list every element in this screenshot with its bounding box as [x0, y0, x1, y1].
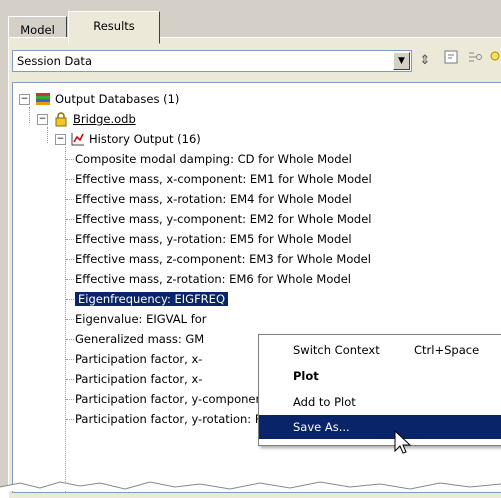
history-item-label: Generalized mass: GM	[75, 332, 205, 346]
tree-connector	[47, 127, 48, 143]
history-item[interactable]: Eigenvalue: EIGVAL for	[75, 309, 207, 329]
menu-item-save-as[interactable]: Save As...	[259, 415, 501, 439]
history-item[interactable]: Effective mass, z-rotation: EM6 for Whol…	[75, 269, 351, 289]
tree-connector	[66, 339, 74, 340]
history-item[interactable]: Effective mass, y-rotation: EM5 for Whol…	[75, 229, 352, 249]
tree-node-label: History Output (16)	[89, 132, 201, 146]
tree-connector	[66, 279, 74, 280]
history-item-label: Eigenvalue: EIGVAL for	[75, 312, 207, 326]
session-dropdown-value: Session Data	[17, 54, 92, 68]
history-item-label: Effective mass, z-rotation: EM6 for Whol…	[75, 272, 351, 286]
tree-connector	[66, 159, 74, 160]
tree-connector	[66, 299, 74, 300]
lock-icon	[55, 112, 67, 127]
history-item-label: Eigenfrequency: EIGFREQ	[75, 292, 228, 306]
history-item-label: Participation factor, x-	[75, 352, 203, 366]
tree-connector	[66, 239, 74, 240]
torn-edge	[0, 481, 501, 491]
tree-node-label: Bridge.odb	[73, 112, 136, 126]
collapse-icon[interactable]: −	[37, 114, 48, 125]
menu-item-label: Save As...	[293, 420, 350, 434]
menu-item-switch-context[interactable]: Switch Context Ctrl+Space	[259, 338, 501, 362]
menu-item-add-to-plot[interactable]: Add to Plot	[259, 390, 501, 414]
history-item[interactable]: Effective mass, y-component: EM2 for Who…	[75, 209, 372, 229]
history-item[interactable]: Composite modal damping: CD for Whole Mo…	[75, 149, 352, 169]
tree-connector	[66, 179, 74, 180]
context-menu: Switch Context Ctrl+Space Plot Add to Pl…	[258, 334, 501, 446]
tree-connector	[66, 359, 74, 360]
history-item[interactable]: Effective mass, z-component: EM3 for Who…	[75, 249, 371, 269]
database-stack-icon	[36, 93, 50, 105]
history-item-label: Effective mass, x-rotation: EM4 for Whol…	[75, 192, 352, 206]
menu-item-label: Add to Plot	[293, 395, 356, 409]
tab-results[interactable]: Results	[68, 11, 160, 44]
history-plot-icon	[71, 133, 84, 146]
history-item[interactable]: Effective mass, x-rotation: EM4 for Whol…	[75, 189, 352, 209]
collapse-icon[interactable]: −	[19, 94, 30, 105]
tree-connector	[66, 199, 74, 200]
history-item[interactable]: Participation factor, x-	[75, 349, 202, 369]
expand-tree-icon[interactable]	[440, 50, 462, 72]
filter-icon[interactable]	[464, 50, 486, 72]
session-dropdown[interactable]: Session Data ▼	[12, 50, 412, 72]
menu-item-label: Switch Context	[293, 343, 380, 357]
menu-item-plot[interactable]: Plot	[259, 364, 501, 388]
tree-connector	[66, 379, 74, 380]
chevron-down-icon[interactable]: ▼	[393, 52, 410, 70]
history-item-label: Effective mass, z-component: EM3 for Who…	[75, 252, 371, 266]
history-item[interactable]: Generalized mass: GM	[75, 329, 204, 349]
collapse-icon[interactable]: −	[55, 134, 66, 145]
mouse-pointer-icon	[394, 430, 412, 454]
tree-connector	[66, 219, 74, 220]
tree-connector	[66, 399, 74, 400]
history-item[interactable]: Participation factor, x-	[75, 369, 202, 389]
history-item-label: Effective mass, x-component: EM1 for Who…	[75, 172, 372, 186]
tree-connector	[66, 419, 74, 420]
history-item-label: Effective mass, y-rotation: EM5 for Whol…	[75, 232, 352, 246]
bulb-icon[interactable]	[486, 50, 500, 72]
history-item-label: Composite modal damping: CD for Whole Mo…	[75, 152, 352, 166]
menu-item-label: Plot	[293, 369, 319, 383]
tree-node-label: Output Databases (1)	[55, 92, 180, 106]
history-item[interactable]: Eigenfrequency: EIGFREQ	[75, 289, 228, 309]
tree-connector	[66, 319, 74, 320]
history-item-label: Effective mass, y-component: EM2 for Who…	[75, 212, 372, 226]
tree-connector	[66, 259, 74, 260]
up-down-arrows-icon[interactable]: ⇕	[414, 50, 436, 72]
menu-item-shortcut: Ctrl+Space	[414, 343, 480, 357]
history-item[interactable]: Effective mass, x-component: EM1 for Who…	[75, 169, 372, 189]
tree-connector	[29, 107, 30, 123]
history-item-label: Participation factor, x-	[75, 372, 203, 386]
